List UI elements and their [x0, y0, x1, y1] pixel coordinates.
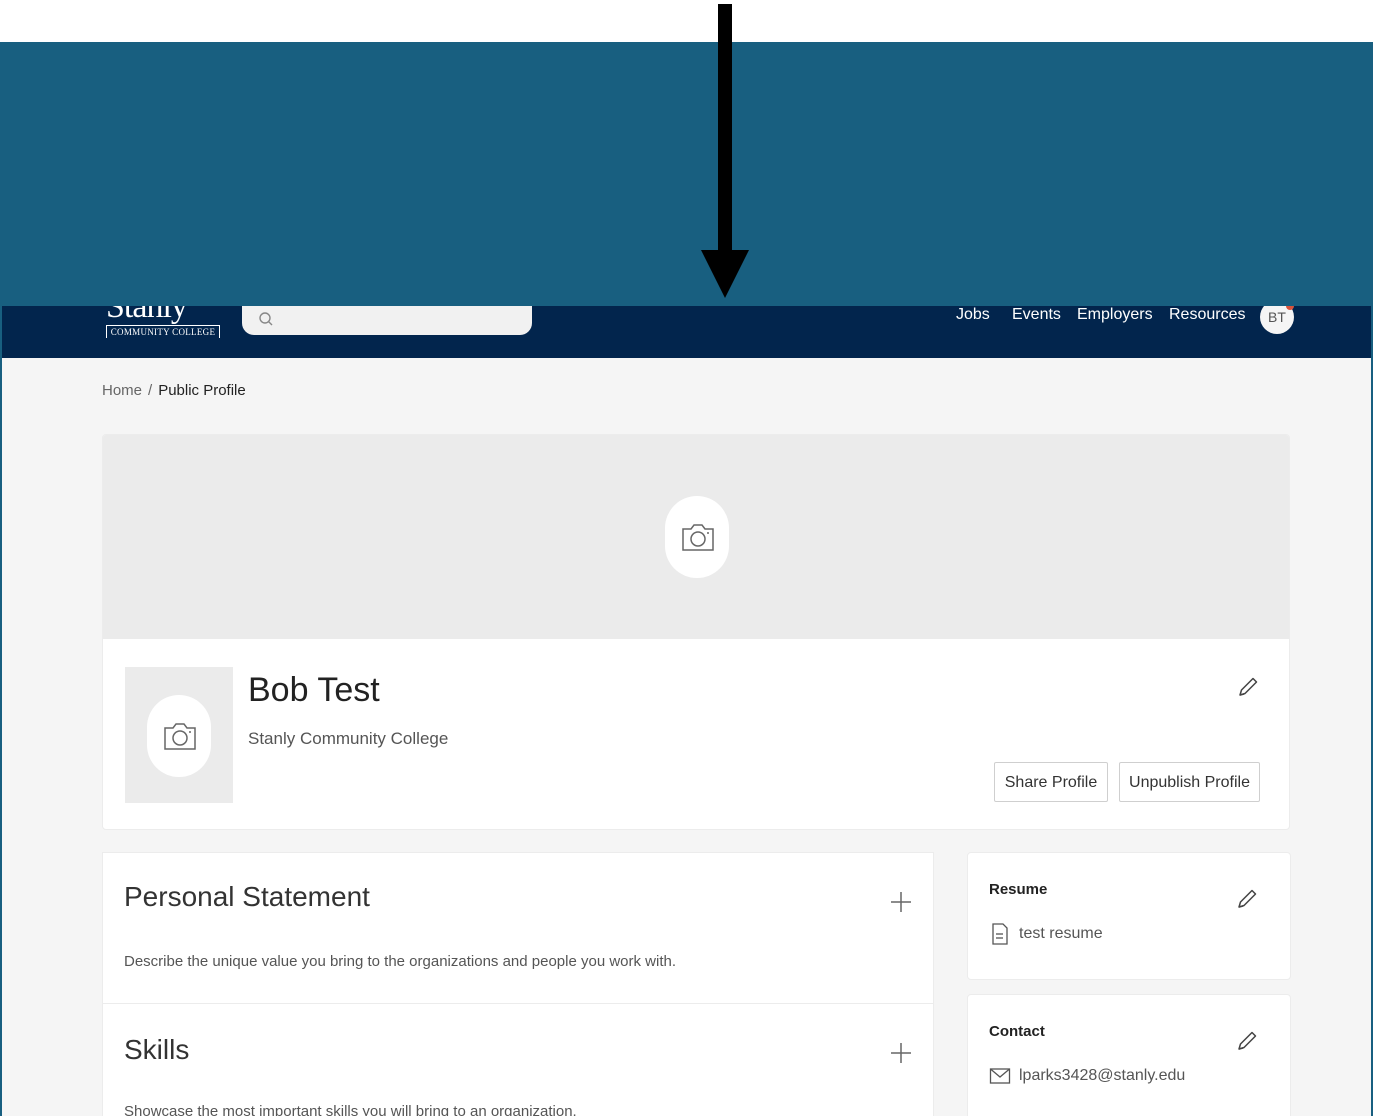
breadcrumb-separator: /: [148, 382, 153, 399]
profile-photo[interactable]: [125, 667, 233, 803]
cover-photo[interactable]: [103, 435, 1289, 639]
resume-item[interactable]: test resume: [989, 923, 1103, 945]
notification-dot: [1286, 306, 1294, 310]
add-icon[interactable]: [889, 890, 913, 914]
arrow-annotation-shaft: [718, 4, 732, 254]
document-icon: [992, 923, 1008, 945]
contact-email-label: lparks3428@stanly.edu: [1019, 1067, 1186, 1084]
user-avatar[interactable]: BT: [1260, 306, 1294, 334]
top-navbar: Stanly COMMUNITY COLLEGE Jobs Events Emp…: [2, 306, 1371, 358]
app-window: Stanly COMMUNITY COLLEGE Jobs Events Emp…: [0, 306, 1373, 1116]
mail-icon: [989, 1068, 1011, 1084]
section-description: Showcase the most important skills you w…: [124, 1103, 577, 1116]
personal-statement-section: Personal Statement Describe the unique v…: [103, 853, 933, 1003]
add-icon[interactable]: [889, 1041, 913, 1065]
resume-title: Resume: [989, 881, 1048, 898]
profile-name: Bob Test: [248, 671, 380, 709]
search-icon: [259, 312, 273, 326]
profile-sections: Personal Statement Describe the unique v…: [102, 852, 934, 1116]
contact-card: Contact lparks3428@stanly.edu: [967, 994, 1291, 1116]
search-input[interactable]: [242, 306, 532, 335]
breadcrumb-current: Public Profile: [158, 382, 246, 399]
breadcrumb-home[interactable]: Home: [102, 382, 142, 399]
nav-link-resources[interactable]: Resources: [1169, 306, 1245, 324]
camera-icon: [164, 723, 196, 750]
profile-card: Bob Test Stanly Community College Share …: [102, 434, 1290, 830]
section-title: Skills: [124, 1034, 190, 1065]
edit-pencil-icon[interactable]: [1235, 887, 1259, 911]
college-logo[interactable]: Stanly COMMUNITY COLLEGE: [104, 306, 222, 338]
nav-link-events[interactable]: Events: [1012, 306, 1061, 324]
top-banner: [0, 42, 1373, 306]
nav-link-jobs[interactable]: Jobs: [956, 306, 990, 324]
profile-organization: Stanly Community College: [248, 729, 449, 748]
section-title: Personal Statement: [124, 881, 370, 912]
contact-title: Contact: [989, 1023, 1045, 1040]
arrow-annotation-head: [701, 250, 749, 298]
resume-item-label: test resume: [1019, 925, 1103, 942]
logo-subtitle: COMMUNITY COLLEGE: [106, 325, 220, 338]
camera-icon: [682, 524, 714, 551]
breadcrumb: Home / Public Profile: [102, 382, 246, 399]
contact-email[interactable]: lparks3428@stanly.edu: [989, 1065, 1185, 1087]
cover-photo-upload[interactable]: [665, 496, 729, 578]
edit-pencil-icon[interactable]: [1236, 675, 1260, 699]
logo-wordmark: Stanly: [106, 306, 188, 325]
nav-link-employers[interactable]: Employers: [1077, 306, 1153, 324]
unpublish-profile-button[interactable]: Unpublish Profile: [1119, 762, 1260, 802]
resume-card: Resume test resume: [967, 852, 1291, 980]
profile-photo-upload[interactable]: [147, 695, 211, 777]
skills-section: Skills Showcase the most important skill…: [103, 1004, 933, 1116]
share-profile-button[interactable]: Share Profile: [994, 762, 1108, 802]
section-description: Describe the unique value you bring to t…: [124, 953, 677, 970]
edit-pencil-icon[interactable]: [1235, 1029, 1259, 1053]
